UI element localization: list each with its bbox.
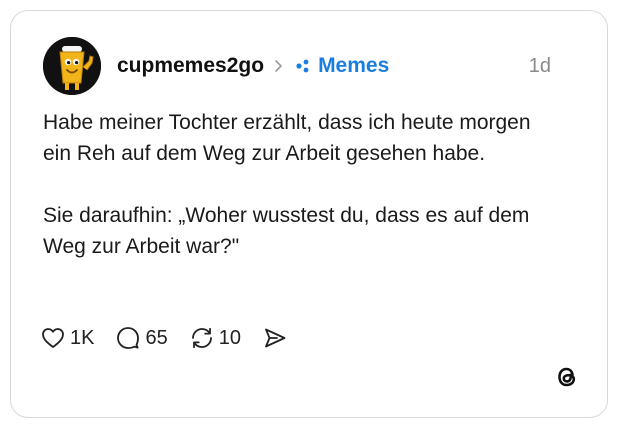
cup-mascot-image bbox=[43, 37, 101, 95]
post-timestamp: 1d bbox=[528, 55, 551, 77]
action-bar: 1K 65 10 bbox=[41, 323, 309, 353]
share-button[interactable] bbox=[263, 327, 287, 349]
chevron-right-icon bbox=[274, 59, 283, 73]
community-link[interactable]: Memes bbox=[295, 54, 389, 78]
post-body: Habe meiner Tochter erzählt, dass ich he… bbox=[43, 107, 563, 262]
threads-logo-icon[interactable] bbox=[553, 363, 581, 391]
reply-button[interactable]: 65 bbox=[116, 326, 168, 350]
post-paragraph: Sie daraufhin: „Woher wusstest du, dass … bbox=[43, 204, 530, 258]
like-count: 1K bbox=[70, 326, 95, 349]
avatar[interactable] bbox=[43, 37, 101, 95]
speech-bubble-icon bbox=[116, 326, 140, 350]
reply-count: 65 bbox=[145, 326, 168, 349]
username-link[interactable]: cupmemes2go bbox=[117, 54, 264, 78]
like-button[interactable]: 1K bbox=[41, 327, 94, 350]
community-dots-icon bbox=[295, 59, 311, 73]
send-icon bbox=[263, 327, 287, 349]
post-paragraph: Habe meiner Tochter erzählt, dass ich he… bbox=[43, 111, 531, 165]
repost-count: 10 bbox=[218, 326, 241, 349]
repost-arrows-icon bbox=[190, 326, 214, 350]
post-header: cupmemes2go Memes bbox=[117, 51, 389, 81]
community-name: Memes bbox=[318, 54, 390, 77]
repost-button[interactable]: 10 bbox=[190, 326, 241, 350]
heart-icon bbox=[41, 327, 65, 349]
post-card[interactable]: cupmemes2go Memes 1d Habe meiner Tochter… bbox=[10, 10, 608, 418]
